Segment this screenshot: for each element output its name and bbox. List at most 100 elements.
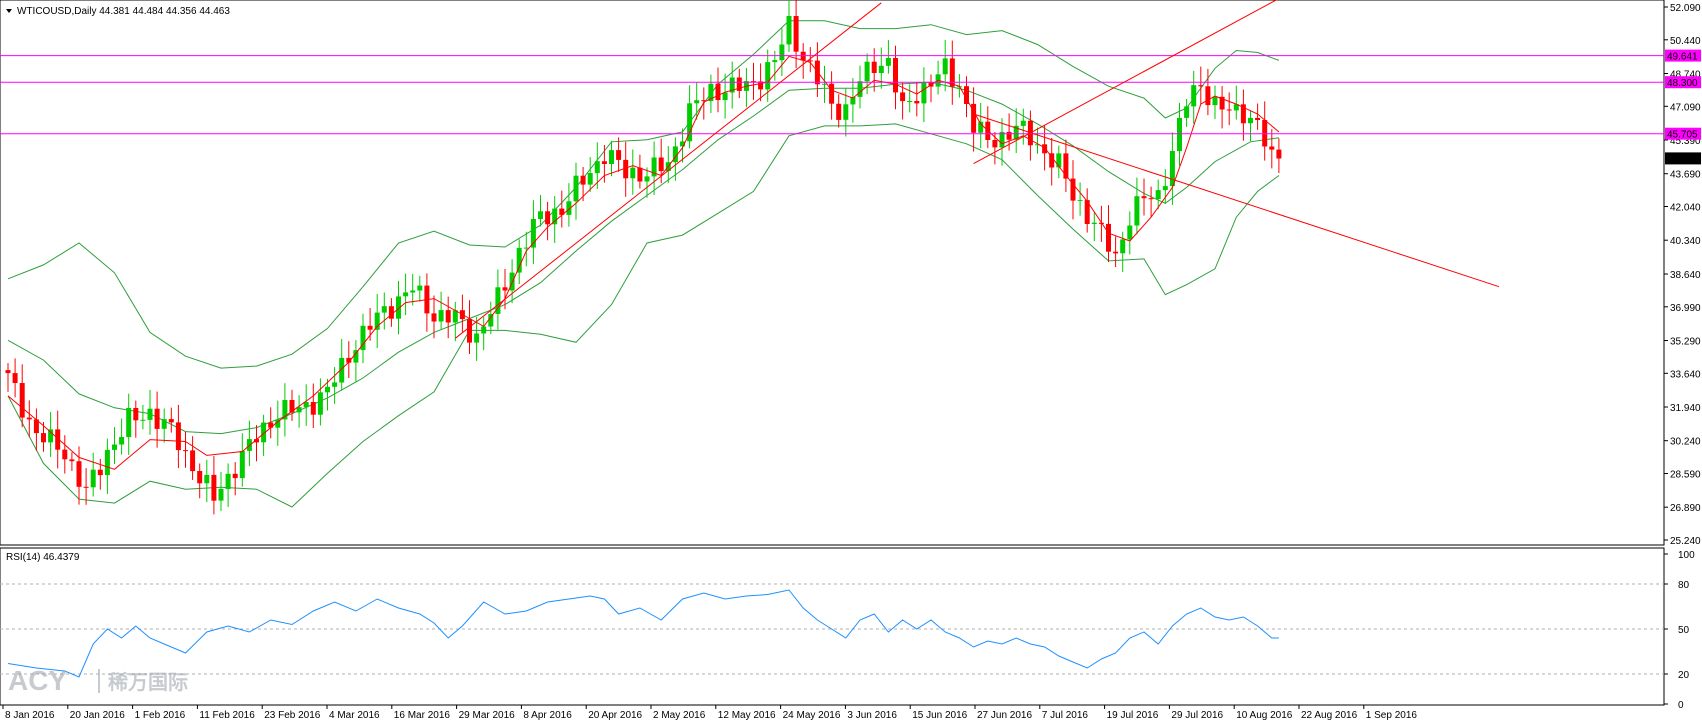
chart-canvas[interactable]: 52.09050.44048.74047.09045.39043.69042.0… (0, 0, 1702, 725)
candle-body (1020, 120, 1026, 126)
rsi-tick-label: 20 (1678, 670, 1690, 681)
candle-body (1127, 225, 1133, 240)
price-tick-label: 47.090 (1670, 102, 1701, 113)
candle-body (1006, 131, 1012, 140)
date-tick-label: 15 Jun 2016 (912, 710, 967, 721)
candle-body (154, 408, 160, 429)
candle-body (1091, 222, 1097, 224)
candle-body (48, 429, 54, 443)
price-tick-label: 40.340 (1670, 236, 1701, 247)
candle-body (175, 422, 181, 451)
candle-body (885, 58, 891, 66)
candle-body (410, 290, 416, 293)
candle-body (637, 167, 643, 182)
candle-body (609, 150, 614, 164)
candle-body (488, 314, 494, 327)
candle-body (147, 408, 153, 420)
date-tick-label: 1 Sep 2016 (1366, 710, 1418, 721)
candle-body (5, 370, 11, 374)
candle-body (573, 175, 579, 202)
candle-body (438, 310, 444, 322)
candle-body (594, 161, 600, 174)
candle-body (1162, 186, 1168, 191)
candle-body (793, 16, 799, 52)
price-tick-label: 33.640 (1670, 369, 1701, 380)
candle-body (1155, 190, 1161, 199)
candle-body (502, 287, 508, 291)
price-tick-label: 26.890 (1670, 503, 1701, 514)
current-price-text: 44.463 (1667, 154, 1698, 165)
candle-body (1276, 149, 1282, 159)
candle-body (62, 449, 68, 460)
candle-body (317, 392, 323, 415)
candle-body (864, 61, 870, 82)
level-tag-text: 48.300 (1667, 78, 1698, 89)
candle-body (41, 433, 46, 443)
date-tick-label: 20 Apr 2016 (588, 710, 642, 721)
candle-body (1134, 196, 1140, 226)
candle-body (268, 422, 274, 428)
candle-body (204, 474, 210, 484)
candle-body (119, 437, 125, 445)
price-tick-label: 38.640 (1670, 270, 1701, 281)
candle-body (836, 103, 842, 120)
rsi-line: RSI(14) 46.4379 (6, 552, 80, 563)
candle-body (1269, 146, 1275, 150)
candle-body (1077, 200, 1083, 202)
candle-body (516, 247, 522, 273)
candle-body (403, 292, 409, 297)
price-tick-label: 36.990 (1670, 303, 1701, 314)
candle-body (225, 473, 231, 489)
candle-body (1184, 106, 1190, 118)
price-tick-label: 31.940 (1670, 403, 1701, 414)
candle-body (310, 402, 316, 415)
price-tick-label: 52.090 (1670, 3, 1701, 14)
price-tick-label: 43.690 (1670, 170, 1701, 181)
candle-body (1113, 251, 1119, 254)
candle-body (467, 319, 472, 343)
date-tick-label: 3 Jun 2016 (847, 710, 897, 721)
logo-divider (98, 669, 100, 693)
candle-body (1169, 151, 1175, 187)
date-tick-label: 29 Jul 2016 (1171, 710, 1223, 721)
date-tick-label: 7 Jul 2016 (1042, 710, 1089, 721)
candle-body (211, 474, 217, 501)
candle-body (1248, 117, 1253, 124)
date-tick-label: 4 Mar 2016 (329, 710, 380, 721)
candle-body (431, 313, 437, 322)
candle-body (374, 312, 380, 330)
candle-body (133, 408, 139, 421)
candle-body (871, 61, 877, 73)
candle-body (481, 326, 487, 334)
candle-body (1120, 239, 1126, 254)
price-tick-label: 25.240 (1670, 536, 1701, 547)
date-tick-label: 22 Aug 2016 (1301, 710, 1358, 721)
candle-body (140, 419, 146, 421)
candle-body (907, 101, 913, 102)
level-tag-text: 49.641 (1667, 52, 1698, 63)
candle-body (829, 83, 835, 104)
candle-body (722, 92, 728, 100)
date-tick-label: 19 Jul 2016 (1107, 710, 1159, 721)
candle-body (900, 92, 906, 102)
price-tick-label: 35.290 (1670, 337, 1701, 348)
candle-body (445, 310, 451, 323)
candle-body (232, 473, 238, 479)
candle-body (1148, 198, 1154, 200)
candle-body (601, 161, 607, 164)
logo-brand: ACY (8, 665, 67, 696)
candle-body (857, 81, 863, 97)
candle-body (1106, 223, 1111, 252)
candle-body (1042, 144, 1048, 154)
candle-body (942, 58, 948, 75)
chart-background (0, 0, 1702, 725)
date-tick-label: 8 Apr 2016 (523, 710, 572, 721)
candle-body (587, 173, 593, 185)
candle-body (69, 459, 75, 462)
candle-body (1177, 117, 1182, 152)
candle-body (90, 469, 96, 488)
date-tick-label: 1 Feb 2016 (135, 710, 186, 721)
candle-body (644, 176, 650, 182)
candle-body (197, 471, 203, 484)
candle-body (580, 175, 586, 185)
